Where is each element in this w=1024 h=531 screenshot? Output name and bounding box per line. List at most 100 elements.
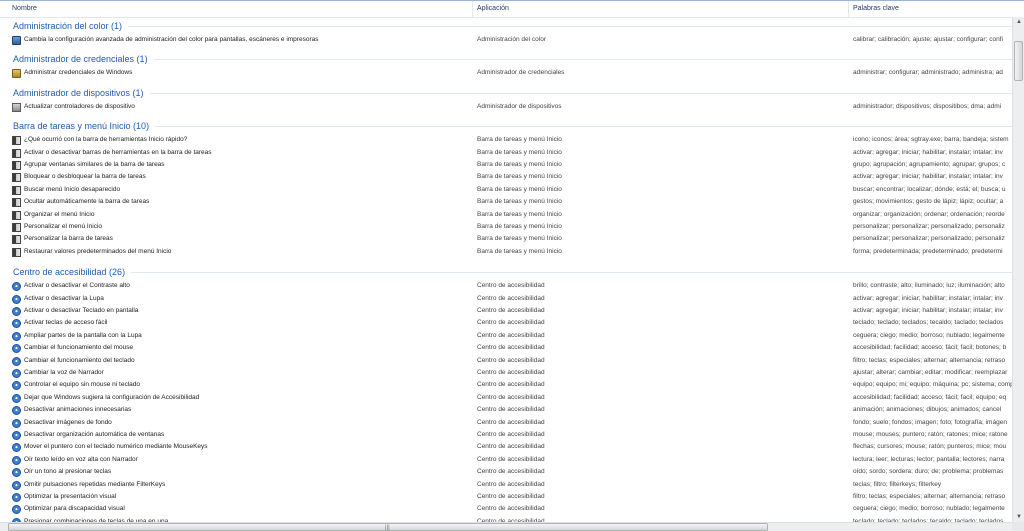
item-name-link[interactable]: Omitir pulsaciones repetidas mediante Fi…: [24, 479, 165, 491]
item-name-link[interactable]: Optimizar para discapacidad visual: [24, 503, 125, 515]
group-title[interactable]: Barra de tareas y menú Inicio (10): [13, 119, 149, 134]
group-header[interactable]: Administrador de credenciales (1): [0, 52, 1012, 67]
item-name-link[interactable]: ¿Qué ocurrió con la barra de herramienta…: [24, 134, 187, 146]
item-name-link[interactable]: Activar o desactivar barras de herramien…: [24, 147, 212, 159]
item-keywords: personalizar; personalizar; personalizad…: [853, 223, 1005, 230]
item-keywords: teclado; teclado; teclados; tecaldo; tac…: [853, 319, 1004, 327]
list-item[interactable]: Organizar el menú Inicio Barra de tareas …: [0, 209, 1012, 221]
list-item[interactable]: Oír texto leído en voz alta con Narrador…: [0, 454, 1012, 466]
item-name-link[interactable]: Cambiar el funcionamiento del mouse: [24, 342, 133, 354]
item-application: Administración del color: [477, 36, 547, 43]
column-header-app[interactable]: Aplicación: [465, 1, 848, 17]
item-keywords: activar; agregar; iniciar; habilitar; in…: [853, 294, 1003, 302]
group-header[interactable]: Barra de tareas y menú Inicio (10): [0, 119, 1012, 134]
group-divider: [128, 26, 1012, 27]
list-item[interactable]: Ocultar automáticamente la barra de tare…: [0, 196, 1012, 208]
item-name-link[interactable]: Ampliar partes de la pantalla con la Lup…: [24, 330, 142, 342]
list-item[interactable]: Cambiar el funcionamiento del teclado Cen…: [0, 355, 1012, 367]
item-name-link[interactable]: Actualizar controladores de dispositivo: [24, 101, 135, 113]
item-keywords: organizar; organización; ordenar; ordena…: [853, 210, 1005, 218]
item-name-link[interactable]: Cambiar la voz de Narrador: [24, 367, 104, 379]
accessibility-icon: [12, 282, 21, 292]
item-name-link[interactable]: Mover el puntero con el teclado numérico…: [24, 441, 208, 453]
item-keywords: accesibilidad; facilidad; acceso; fácil;…: [853, 393, 1007, 401]
item-name-link[interactable]: Ocultar automáticamente la barra de tare…: [24, 196, 149, 208]
list-item[interactable]: Optimizar la presentación visual Centro d…: [0, 491, 1012, 503]
item-name-link[interactable]: Activar o desactivar el Contraste alto: [24, 280, 130, 292]
accessibility-icon: [12, 431, 21, 440]
list-item[interactable]: Activar o desactivar Teclado en pantalla…: [0, 305, 1012, 317]
group-title[interactable]: Administración del color (1): [13, 19, 122, 34]
group-title[interactable]: Administrador de credenciales (1): [13, 52, 148, 67]
list-item[interactable]: Buscar menú Inicio desaparecido Barra de …: [0, 184, 1012, 196]
item-name-link[interactable]: Optimizar la presentación visual: [24, 491, 116, 503]
item-application: Centro de accesibilidad: [477, 344, 545, 352]
item-name-link[interactable]: Activar teclas de acceso fácil: [24, 317, 107, 329]
list-item[interactable]: Agrupar ventanas similares de la barra d…: [0, 159, 1012, 171]
list-item[interactable]: Personalizar el menú Inicio Barra de tare…: [0, 221, 1012, 233]
list-item[interactable]: Mover el puntero con el teclado numérico…: [0, 441, 1012, 453]
item-name-link[interactable]: Desactivar animaciones innecesarias: [24, 404, 131, 416]
item-name-link[interactable]: Desactivar organización automática de ve…: [24, 429, 164, 441]
list-item[interactable]: Bloquear o desbloquear la barra de tarea…: [0, 171, 1012, 183]
item-name-link[interactable]: Dejar que Windows sugiera la configuraci…: [24, 392, 199, 404]
list-item[interactable]: Optimizar para discapacidad visual Centro…: [0, 503, 1012, 515]
item-name-link[interactable]: Administrar credenciales de Windows: [24, 67, 132, 79]
list-item[interactable]: Omitir pulsaciones repetidas mediante Fi…: [0, 479, 1012, 491]
vertical-scrollbar[interactable]: ▲ ▼: [1012, 17, 1024, 522]
item-name-link[interactable]: Bloquear o desbloquear la barra de tarea…: [24, 171, 146, 183]
group-header[interactable]: Administración del color (1): [0, 19, 1012, 34]
item-name-link[interactable]: Oír un tono al presionar teclas: [24, 466, 111, 478]
item-name-link[interactable]: Personalizar la barra de tareas: [24, 233, 113, 245]
item-name-link[interactable]: Organizar el menú Inicio: [24, 209, 94, 221]
item-name-link[interactable]: Personalizar el menú Inicio: [24, 221, 102, 233]
group-header[interactable]: Administrador de dispositivos (1): [0, 86, 1012, 101]
list-item[interactable]: Cambiar el funcionamiento del mouse Centr…: [0, 342, 1012, 354]
item-name-link[interactable]: Activar o desactivar Teclado en pantalla: [24, 305, 138, 317]
list-item[interactable]: Desactivar animaciones innecesarias Centr…: [0, 404, 1012, 416]
list-item[interactable]: Actualizar controladores de dispositivo A…: [0, 101, 1012, 113]
group-title[interactable]: Centro de accesibilidad (26): [13, 265, 125, 280]
list-item[interactable]: Oír un tono al presionar teclas Centro de…: [0, 466, 1012, 478]
item-name-link[interactable]: Desactivar imágenes de fondo: [24, 417, 112, 429]
vertical-scroll-thumb[interactable]: [1014, 41, 1023, 81]
list-item[interactable]: Restaurar valores predeterminados del me…: [0, 246, 1012, 258]
list-item[interactable]: Dejar que Windows sugiera la configuraci…: [0, 392, 1012, 404]
list-item[interactable]: Activar o desactivar el Contraste alto Ce…: [0, 280, 1012, 292]
item-keywords: personalizar; personalizar; personalizad…: [853, 235, 1005, 243]
column-header-keywords[interactable]: Palabras clave: [841, 1, 1012, 17]
list-item[interactable]: Activar o desactivar barras de herramien…: [0, 147, 1012, 159]
item-name-link[interactable]: Agrupar ventanas similares de la barra d…: [24, 159, 165, 171]
list-item[interactable]: ¿Qué ocurrió con la barra de herramienta…: [0, 134, 1012, 146]
item-name-link[interactable]: Activar o desactivar la Lupa: [24, 293, 104, 305]
item-keywords: activar; agregar; iniciar; habilitar; in…: [853, 173, 1003, 181]
item-application: Centro de accesibilidad: [477, 468, 545, 476]
accessibility-icon: [12, 505, 21, 515]
list-item[interactable]: Cambiar la voz de Narrador Centro de acce…: [0, 367, 1012, 379]
item-keywords: animación; animaciones; dibujos; animado…: [853, 406, 1002, 414]
list-item[interactable]: Desactivar organización automática de ve…: [0, 429, 1012, 441]
group-title[interactable]: Administrador de dispositivos (1): [13, 86, 144, 101]
list-item[interactable]: Activar teclas de acceso fácil Centro de …: [0, 317, 1012, 329]
list-item[interactable]: Administrar credenciales de Windows Admin…: [0, 67, 1012, 79]
item-name-link[interactable]: Oír texto leído en voz alta con Narrador: [24, 454, 138, 466]
group-header[interactable]: Centro de accesibilidad (26): [0, 265, 1012, 280]
item-name-link[interactable]: Restaurar valores predeterminados del me…: [24, 246, 171, 258]
item-name-link[interactable]: Cambia la configuración avanzada de admi…: [24, 34, 318, 46]
list-item[interactable]: Cambia la configuración avanzada de admi…: [0, 34, 1012, 46]
item-name-link[interactable]: Controlar el equipo sin mouse ni teclado: [24, 379, 140, 391]
horizontal-scrollbar[interactable]: |||: [0, 522, 1012, 531]
list-item[interactable]: Activar o desactivar la Lupa Centro de ac…: [0, 293, 1012, 305]
horizontal-scroll-thumb[interactable]: |||: [8, 523, 768, 531]
column-header-name[interactable]: Nombre: [0, 1, 472, 17]
list-item[interactable]: Controlar el equipo sin mouse ni teclado…: [0, 379, 1012, 391]
item-keywords: teclas; filtro; filterkeys; filterkey: [853, 480, 942, 488]
list-item[interactable]: Desactivar imágenes de fondo Centro de ac…: [0, 417, 1012, 429]
item-keywords: equipo; equipo; mi; equipo; máquina; pc;…: [853, 381, 1012, 389]
list-item[interactable]: Personalizar la barra de tareas Barra de …: [0, 233, 1012, 245]
scroll-up-arrow-icon[interactable]: ▲: [1016, 19, 1022, 25]
item-name-link[interactable]: Buscar menú Inicio desaparecido: [24, 184, 120, 196]
list-item[interactable]: Ampliar partes de la pantalla con la Lup…: [0, 330, 1012, 342]
item-name-link[interactable]: Cambiar el funcionamiento del teclado: [24, 355, 135, 367]
scroll-down-arrow-icon[interactable]: ▼: [1016, 514, 1022, 520]
